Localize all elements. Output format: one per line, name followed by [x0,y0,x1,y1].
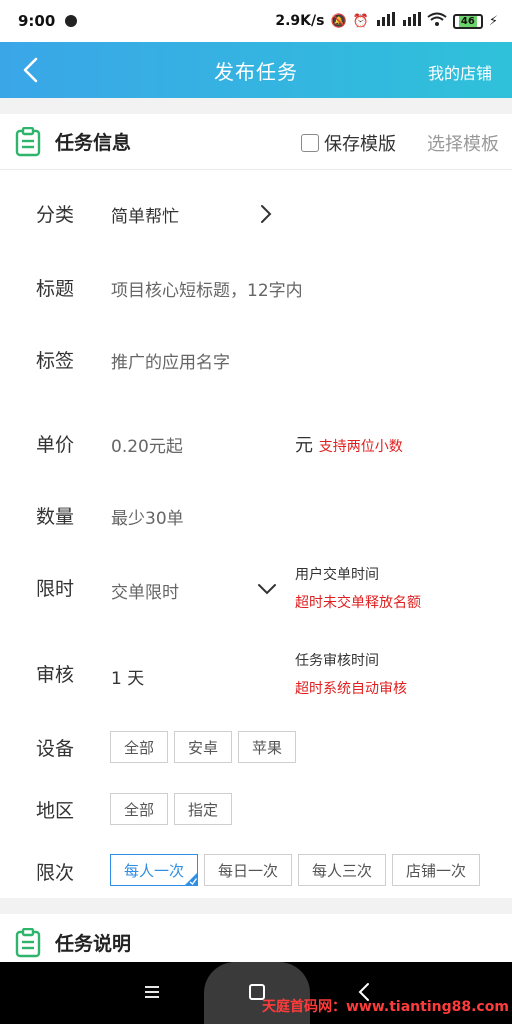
chevron-down-icon[interactable] [257,582,277,596]
time-limit-label: 限时 [36,578,75,600]
time-limit-select[interactable]: 交单限时 [111,578,179,603]
frequency-label: 限次 [36,862,75,884]
review-row: 审核 1 天 任务审核时间 超时系统自动审核 [0,644,512,700]
status-bar: 9:00 2.9K/s 🔕 ⏰ 46 ⚡ [0,0,512,42]
title-input[interactable]: 项目核心短标题，12字内 [111,276,303,301]
region-option-specified[interactable]: 指定 [174,793,233,825]
frequency-option-once-per-day[interactable]: 每日一次 [204,854,293,886]
frequency-option-three-per-user[interactable]: 每人三次 [298,854,387,886]
review-label: 审核 [36,664,75,686]
review-warning: 超时系统自动审核 [295,681,407,697]
wifi-icon [427,12,447,30]
price-unit: 元 [295,435,313,456]
task-description-card: 任务说明 [0,914,512,962]
price-unit-row: 元 支持两位小数 [295,431,403,457]
frequency-row: 限次 每人一次 每日一次 每人三次 店铺一次 [0,854,512,888]
chevron-right-icon[interactable] [259,204,273,224]
device-option-ios[interactable]: 苹果 [238,731,297,763]
my-shop-link[interactable]: 我的店铺 [428,60,492,84]
price-hint: 支持两位小数 [318,439,403,455]
quantity-row: 数量 最少30单 [0,500,512,532]
tags-row: 标签 推广的应用名字 [0,344,512,376]
device-row: 设备 全部 安卓 苹果 [0,730,512,764]
category-value[interactable]: 简单帮忙 [111,202,179,227]
section-title-task-info: 任务信息 [55,132,132,154]
device-options: 全部 安卓 苹果 [110,731,297,763]
quantity-label: 数量 [36,506,75,528]
selected-check-icon [184,872,199,886]
save-template-label: 保存模版 [324,134,396,155]
app-header: 发布任务 我的店铺 [0,42,512,98]
title-row: 标题 项目核心短标题，12字内 [0,272,512,304]
device-label: 设备 [36,738,75,760]
back-chevron-icon[interactable] [18,56,46,84]
category-label: 分类 [36,204,75,226]
alarm-icon: ⏰ [352,13,369,29]
section-title-task-description: 任务说明 [55,933,132,955]
menu-icon[interactable] [143,984,161,1000]
time-limit-warning: 超时未交单释放名额 [295,595,421,611]
category-row[interactable]: 分类 简单帮忙 [0,198,512,230]
tags-input[interactable]: 推广的应用名字 [111,348,230,373]
save-template-toggle[interactable]: 保存模版 [301,130,396,156]
battery-icon: 46 [452,13,483,29]
quantity-input[interactable]: 最少30单 [111,504,184,529]
clipboard-icon [15,928,41,958]
time-limit-row: 限时 交单限时 用户交单时间 超时未交单释放名额 [0,560,512,616]
system-nav-bar: 天庭首码网：www.tianting88.com [0,962,512,1024]
mute-icon: 🔕 [330,13,347,29]
task-info-card: 任务信息 保存模版 选择模板 分类 简单帮忙 标题 项目核心短标题，12字内 标… [0,114,512,898]
clipboard-icon [15,127,41,157]
region-option-all[interactable]: 全部 [110,793,169,825]
watermark-text: 天庭首码网：www.tianting88.com [262,999,509,1015]
tags-label: 标签 [36,350,75,372]
review-hint: 任务审核时间 [295,653,379,669]
region-options: 全部 指定 [110,793,233,825]
device-option-all[interactable]: 全部 [110,731,169,763]
page-title: 发布任务 [214,59,298,84]
task-info-header: 任务信息 保存模版 选择模板 [0,114,512,170]
price-row: 单价 0.20元起 元 支持两位小数 [0,428,512,460]
save-template-checkbox[interactable] [301,134,319,152]
review-value[interactable]: 1 天 [111,664,144,689]
notification-dot-icon [65,15,78,27]
signal-hd-icon [401,12,421,30]
price-label: 单价 [36,434,75,456]
frequency-options: 每人一次 每日一次 每人三次 店铺一次 [110,854,481,886]
frequency-option-once-per-shop[interactable]: 店铺一次 [392,854,481,886]
status-time: 9:00 [18,12,56,30]
device-option-android[interactable]: 安卓 [174,731,233,763]
price-input[interactable]: 0.20元起 [111,432,183,457]
frequency-option-once-per-user[interactable]: 每人一次 [110,854,199,886]
battery-level: 46 [458,15,477,27]
region-row: 地区 全部 指定 [0,792,512,826]
region-label: 地区 [36,800,75,822]
signal-hd-icon [375,12,395,30]
task-description-header: 任务说明 [0,914,512,962]
charging-icon: ⚡ [488,13,498,29]
choose-template-button[interactable]: 选择模板 [427,130,499,156]
title-label: 标题 [36,278,75,300]
time-limit-hint: 用户交单时间 [295,567,379,583]
network-speed: 2.9K/s [275,13,325,29]
frequency-option-label: 每人一次 [124,861,185,880]
